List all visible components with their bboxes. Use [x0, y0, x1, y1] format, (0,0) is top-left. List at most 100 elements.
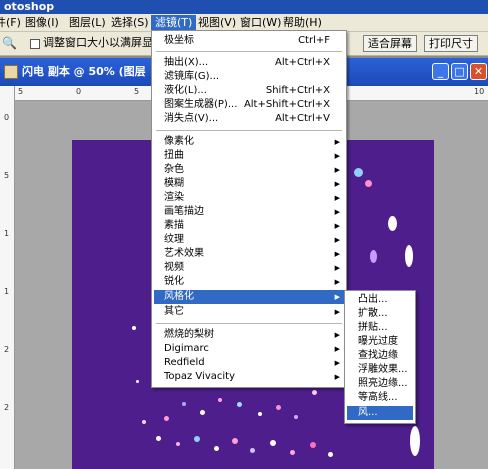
zoom-tool-icon[interactable]: 🔍 [2, 36, 17, 50]
submenu-item-extrude[interactable]: 凸出... [347, 293, 413, 307]
menu-item-render[interactable]: 渲染 ▶ [154, 191, 344, 205]
menu-item-sharpen[interactable]: 锐化 ▶ [154, 275, 344, 289]
canvas-sparkle [132, 326, 136, 330]
menu-select[interactable]: 选择(S) [107, 15, 153, 31]
menu-item-plugin-topaz-vivacity[interactable]: Topaz Vivacity ▶ [154, 370, 344, 384]
menu-item-label: 杂色 [164, 164, 184, 175]
menu-item-label: 风格化 [164, 291, 194, 302]
canvas-sparkle [258, 412, 262, 416]
submenu-item-emboss[interactable]: 浮雕效果... [347, 363, 413, 377]
menu-item-filter-gallery[interactable]: 滤镜库(G)... [154, 70, 344, 84]
menu-item-label: Topaz Vivacity [164, 371, 235, 382]
menu-item-label: 燃烧的梨树 [164, 329, 214, 340]
menu-item-label: Digimarc [164, 343, 209, 354]
menu-item-label: 极坐标 [164, 35, 194, 46]
canvas-sparkle [164, 416, 169, 421]
submenu-item-find-edges[interactable]: 查找边缘 [347, 349, 413, 363]
menu-item-plugin-redfield[interactable]: Redfield ▶ [154, 356, 344, 370]
menu-item-label: 艺术效果 [164, 248, 204, 259]
canvas-sparkle [218, 398, 222, 402]
submenu-item-label: 浮雕效果... [358, 364, 408, 375]
canvas-sparkle [232, 438, 238, 444]
menu-item-label: 液化(L)... [164, 85, 207, 96]
menu-item-last-filter[interactable]: 极坐标 Ctrl+F [154, 34, 344, 48]
menu-item-label: 抽出(X)... [164, 57, 209, 68]
menu-item-label: 锐化 [164, 276, 184, 287]
submenu-item-solarize[interactable]: 曝光过度 [347, 335, 413, 349]
submenu-arrow-icon: ▶ [334, 166, 340, 174]
menu-item-vanishing-point[interactable]: 消失点(V)... Alt+Ctrl+V [154, 112, 344, 126]
ruler-label: 0 [4, 113, 10, 122]
print-size-button[interactable]: 打印尺寸 [424, 35, 478, 52]
menu-item-other[interactable]: 其它 ▶ [154, 305, 344, 319]
menu-item-blur[interactable]: 模糊 ▶ [154, 177, 344, 191]
submenu-item-label: 拼贴... [358, 322, 388, 333]
resize-windows-label: 调整窗口大小以满屏显示 [43, 36, 164, 49]
canvas-sparkle [388, 216, 397, 231]
canvas-sparkle [410, 426, 420, 456]
menu-item-liquify[interactable]: 液化(L)... Shift+Ctrl+X [154, 84, 344, 98]
canvas-sparkle [290, 450, 295, 455]
menu-image[interactable]: 图像(I) [21, 15, 63, 31]
menu-separator [156, 323, 342, 324]
canvas-sparkle [405, 245, 413, 267]
menu-item-brush-strokes[interactable]: 画笔描边 ▶ [154, 205, 344, 219]
fit-screen-button[interactable]: 适合屏幕 [363, 35, 417, 52]
menu-item-label: 纹理 [164, 234, 184, 245]
ruler-label: 1 [4, 287, 10, 296]
canvas-sparkle [250, 448, 255, 453]
canvas-sparkle [237, 402, 242, 407]
submenu-arrow-icon: ▶ [334, 250, 340, 258]
menu-item-artistic[interactable]: 艺术效果 ▶ [154, 247, 344, 261]
menu-item-stylize[interactable]: 风格化 ▶ [154, 290, 344, 304]
menu-item-pixelate[interactable]: 像素化 ▶ [154, 135, 344, 149]
submenu-item-diffuse[interactable]: 扩散... [347, 307, 413, 321]
close-button[interactable]: ✕ [470, 63, 487, 80]
menu-item-label: 画笔描边 [164, 206, 204, 217]
canvas-sparkle [270, 440, 276, 446]
submenu-item-glowing-edges[interactable]: 照亮边缘... [347, 377, 413, 391]
submenu-item-trace-contour[interactable]: 等高线... [347, 391, 413, 405]
canvas-sparkle [276, 405, 281, 410]
canvas-sparkle [142, 420, 146, 424]
resize-windows-checkbox[interactable] [30, 39, 40, 49]
menu-item-label: 滤镜库(G)... [164, 71, 220, 82]
canvas-sparkle [214, 446, 219, 451]
submenu-item-tiles[interactable]: 拼贴... [347, 321, 413, 335]
submenu-arrow-icon: ▶ [334, 331, 340, 339]
menu-filter[interactable]: 滤镜(T) [151, 15, 197, 31]
menu-item-plugin-burning-pear[interactable]: 燃烧的梨树 ▶ [154, 328, 344, 342]
stylize-submenu: 凸出... 扩散... 拼贴... 曝光过度 查找边缘 浮雕效果... 照亮边缘… [344, 290, 416, 424]
ruler-label: 2 [4, 403, 10, 412]
menu-help[interactable]: 帮助(H) [279, 15, 326, 31]
submenu-item-label: 照亮边缘... [358, 378, 408, 389]
document-title: 闪电 副本 @ 50% (图层 [22, 65, 146, 78]
document-icon [4, 65, 18, 79]
canvas-sparkle [310, 442, 316, 448]
menu-item-plugin-digimarc[interactable]: Digimarc ▶ [154, 342, 344, 356]
canvas-sparkle [365, 180, 372, 187]
menu-item-distort[interactable]: 扭曲 ▶ [154, 149, 344, 163]
canvas-sparkle [370, 250, 377, 263]
menu-item-label: 消失点(V)... [164, 113, 219, 124]
menu-item-pattern-maker[interactable]: 图案生成器(P)... Alt+Shift+Ctrl+X [154, 98, 344, 112]
menu-item-label: 图案生成器(P)... [164, 99, 238, 110]
menu-item-label: Redfield [164, 357, 205, 368]
maximize-button[interactable]: □ [451, 63, 468, 80]
submenu-item-wind[interactable]: 风... [347, 406, 413, 420]
menu-layer[interactable]: 图层(L) [65, 15, 110, 31]
minimize-button[interactable]: _ [432, 63, 449, 80]
canvas-sparkle [354, 168, 363, 177]
menu-item-noise[interactable]: 杂色 ▶ [154, 163, 344, 177]
submenu-arrow-icon: ▶ [334, 278, 340, 286]
menu-item-extract[interactable]: 抽出(X)... Alt+Ctrl+X [154, 56, 344, 70]
menu-item-texture[interactable]: 纹理 ▶ [154, 233, 344, 247]
menu-view[interactable]: 视图(V) [194, 15, 240, 31]
submenu-item-label: 查找边缘 [358, 350, 398, 361]
submenu-arrow-icon: ▶ [334, 222, 340, 230]
menu-item-label: 其它 [164, 306, 184, 317]
menu-item-video[interactable]: 视频 ▶ [154, 261, 344, 275]
submenu-arrow-icon: ▶ [334, 152, 340, 160]
menu-item-sketch[interactable]: 素描 ▶ [154, 219, 344, 233]
app-title: otoshop [4, 0, 55, 13]
